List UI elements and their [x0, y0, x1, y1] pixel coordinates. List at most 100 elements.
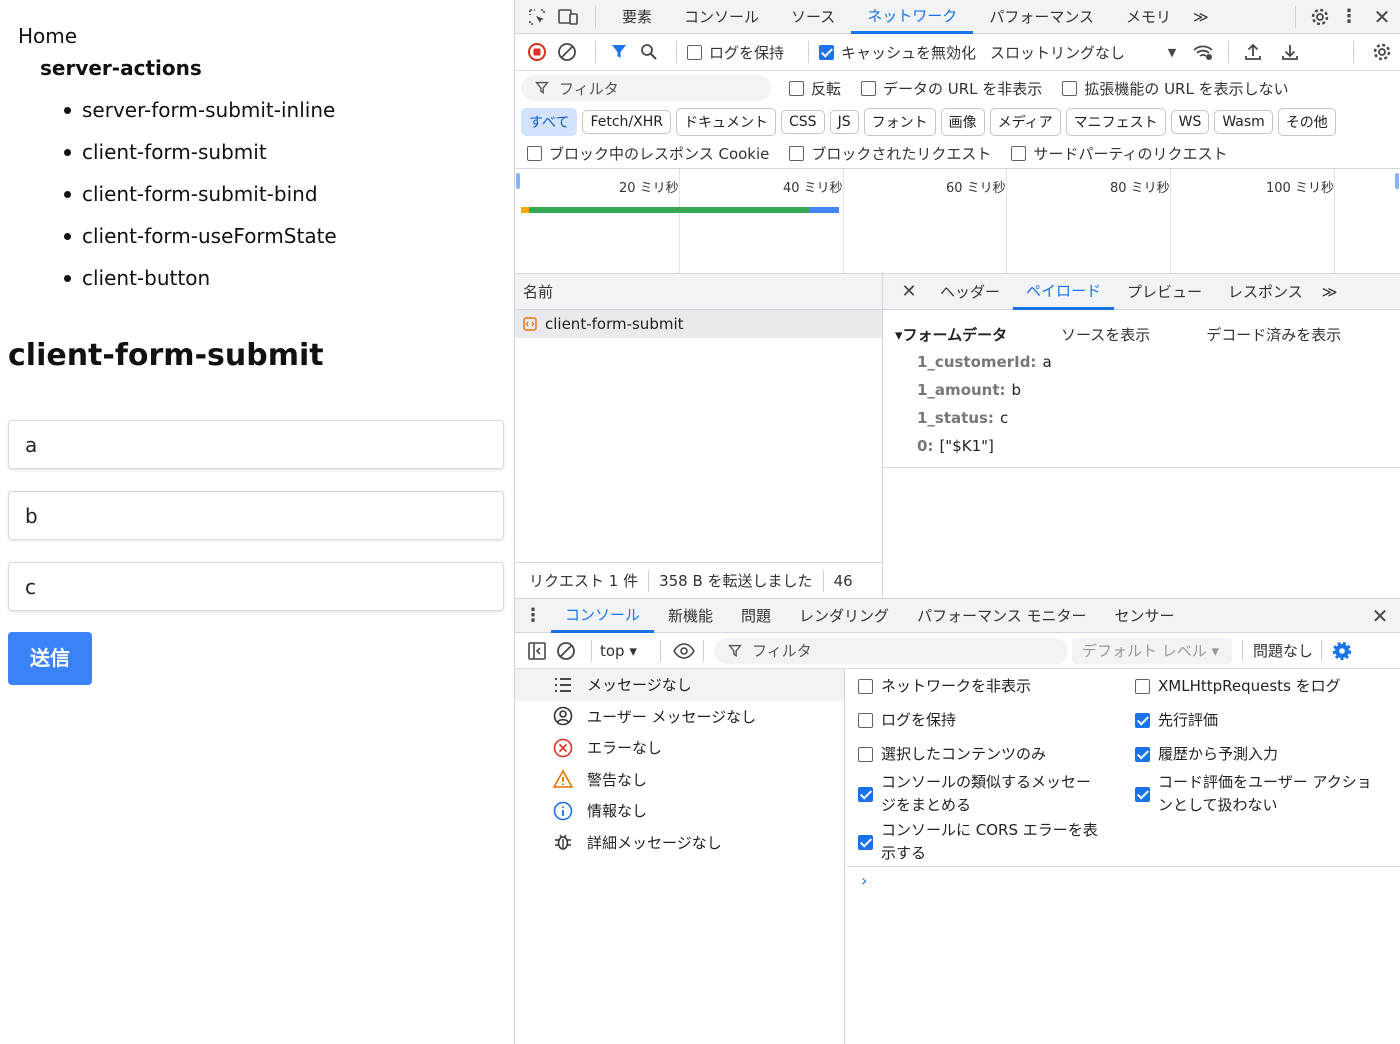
invert-checkbox[interactable]: 反転 — [789, 78, 841, 99]
stop-recording-icon[interactable] — [525, 42, 549, 62]
close-detail-icon[interactable]: ✕ — [899, 281, 919, 302]
drawer-tab-console[interactable]: コンソール — [551, 599, 655, 633]
timeline-overview[interactable]: 20 ミリ秒 40 ミリ秒 60 ミリ秒 80 ミリ秒 100 ミリ秒 — [515, 168, 1400, 274]
console-filter-input[interactable]: フィルタ — [714, 637, 1068, 664]
view-source-link[interactable]: ソースを表示 — [1061, 324, 1150, 345]
hide-extension-urls-checkbox[interactable]: 拡張機能の URL を表示しない — [1062, 78, 1289, 99]
live-expression-eye-icon[interactable] — [669, 642, 699, 659]
amount-input[interactable]: b — [8, 491, 504, 540]
more-detail-tabs-icon[interactable]: ≫ — [1316, 274, 1344, 310]
more-tabs-icon[interactable]: ≫ — [1187, 0, 1215, 34]
status-input[interactable]: c — [8, 562, 504, 611]
type-chip-all[interactable]: すべて — [521, 107, 578, 136]
filter-input[interactable]: フィルタ — [521, 75, 771, 101]
type-chip-doc[interactable]: ドキュメント — [676, 107, 776, 136]
sidebar-toggle-icon[interactable] — [525, 641, 549, 661]
tab-network[interactable]: ネットワーク — [851, 0, 974, 34]
sidebar-item-user-messages[interactable]: ユーザー メッセージなし — [515, 701, 844, 733]
user-gesture-checkbox[interactable]: コード評価をユーザー アクショ ンとして扱わない — [1135, 771, 1372, 817]
device-toolbar-icon[interactable] — [551, 7, 585, 27]
nav-link[interactable]: client-button — [64, 264, 337, 306]
nav-link[interactable]: client-form-useFormState — [64, 222, 337, 264]
sidebar-item-messages[interactable]: メッセージなし — [515, 669, 844, 701]
cors-errors-checkbox[interactable]: コンソールに CORS エラーを表 示する — [858, 819, 1098, 865]
tab-payload[interactable]: ペイロード — [1013, 274, 1115, 310]
eager-eval-checkbox[interactable]: 先行評価 — [1135, 709, 1218, 732]
clear-icon[interactable] — [549, 42, 585, 62]
type-chip-fetch[interactable]: Fetch/XHR — [582, 109, 671, 134]
type-chip-font[interactable]: フォント — [863, 107, 936, 136]
type-chip-other[interactable]: その他 — [1277, 107, 1336, 136]
sidebar-item-warnings[interactable]: 警告なし — [515, 764, 844, 796]
name-column-header[interactable]: 名前 — [515, 274, 882, 310]
nav-link[interactable]: server-form-submit-inline — [64, 96, 337, 138]
console-prompt-icon[interactable]: › — [861, 871, 867, 890]
type-chip-js[interactable]: JS — [829, 109, 859, 134]
divider — [1321, 639, 1323, 662]
selected-context-checkbox[interactable]: 選択したコンテンツのみ — [858, 743, 1046, 766]
tab-performance[interactable]: パフォーマンス — [973, 0, 1110, 34]
console-settings-gear-icon[interactable] — [1330, 641, 1354, 661]
log-level-select[interactable]: デフォルト レベル ▾ — [1072, 637, 1232, 664]
more-options-icon[interactable]: ⋮ — [1334, 6, 1364, 27]
settings-gear-icon[interactable] — [1306, 7, 1334, 27]
submit-button[interactable]: 送信 — [8, 632, 92, 685]
filter-icon[interactable] — [606, 43, 632, 61]
drawer-tab-whats-new[interactable]: 新機能 — [654, 599, 727, 633]
view-decoded-link[interactable]: デコード済みを表示 — [1206, 324, 1341, 345]
disable-cache-checkbox[interactable]: キャッシュを無効化 — [819, 42, 976, 63]
network-conditions-icon[interactable] — [1188, 43, 1218, 61]
blocked-cookies-checkbox[interactable]: ブロック中のレスポンス Cookie — [527, 143, 769, 164]
type-chip-css[interactable]: CSS — [781, 109, 825, 134]
group-similar-checkbox[interactable]: コンソールの類似するメッセー ジをまとめる — [858, 771, 1091, 817]
type-chip-media[interactable]: メディア — [989, 107, 1061, 136]
sidebar-item-errors[interactable]: エラーなし — [515, 732, 844, 764]
dropdown-arrow-icon[interactable]: ▼ — [1162, 46, 1182, 59]
drawer-tab-issues[interactable]: 問題 — [727, 599, 785, 633]
range-handle-left[interactable] — [516, 173, 520, 189]
type-chip-wasm[interactable]: Wasm — [1214, 109, 1273, 134]
customer-id-input[interactable]: a — [8, 420, 504, 469]
drawer-tab-performance-monitor[interactable]: パフォーマンス モニター — [903, 599, 1100, 633]
tab-preview[interactable]: プレビュー — [1114, 274, 1215, 310]
sidebar-item-verbose[interactable]: 詳細メッセージなし — [515, 827, 844, 859]
drawer-tab-rendering[interactable]: レンダリング — [785, 599, 903, 633]
type-chip-ws[interactable]: WS — [1170, 109, 1210, 134]
form-data-toggle[interactable]: ▾フォームデータ — [895, 324, 1061, 345]
tab-sources[interactable]: ソース — [775, 0, 851, 34]
console-preserve-log-checkbox[interactable]: ログを保持 — [858, 709, 956, 732]
log-xhr-checkbox[interactable]: XMLHttpRequests をログ — [1135, 675, 1341, 698]
close-drawer-icon[interactable]: ✕ — [1360, 604, 1400, 628]
inspect-element-icon[interactable] — [523, 7, 551, 27]
clear-console-icon[interactable] — [549, 641, 583, 661]
export-har-icon[interactable] — [1267, 43, 1313, 61]
tab-console[interactable]: コンソール — [668, 0, 775, 34]
issues-counter[interactable]: 問題なし — [1253, 640, 1313, 661]
throttling-select[interactable]: スロットリングなし — [990, 42, 1162, 63]
request-row[interactable]: client-form-submit — [515, 310, 882, 338]
hide-data-urls-checkbox[interactable]: データの URL を非表示 — [861, 78, 1042, 99]
tab-elements[interactable]: 要素 — [606, 0, 668, 34]
type-chip-img[interactable]: 画像 — [940, 107, 985, 136]
drawer-tab-sensors[interactable]: センサー — [1101, 599, 1189, 633]
sidebar-item-info[interactable]: 情報なし — [515, 795, 844, 827]
context-select[interactable]: top ▾ — [600, 642, 652, 660]
network-settings-gear-icon[interactable] — [1364, 42, 1400, 62]
nav-link[interactable]: client-form-submit-bind — [64, 180, 337, 222]
search-icon[interactable] — [632, 43, 666, 61]
preserve-log-checkbox[interactable]: ログを保持 — [687, 42, 784, 63]
close-devtools-icon[interactable]: ✕ — [1364, 5, 1400, 29]
autocomplete-checkbox[interactable]: 履歴から予測入力 — [1135, 743, 1278, 766]
range-handle-right[interactable] — [1395, 173, 1399, 189]
import-har-icon[interactable] — [1239, 43, 1267, 61]
drawer-menu-icon[interactable]: ⋮ — [515, 605, 551, 626]
third-party-checkbox[interactable]: サードパーティのリクエスト — [1011, 143, 1228, 164]
tab-memory[interactable]: メモリ — [1110, 0, 1187, 34]
blocked-requests-checkbox[interactable]: ブロックされたリクエスト — [789, 143, 991, 164]
tab-headers[interactable]: ヘッダー — [927, 274, 1013, 310]
type-chip-manifest[interactable]: マニフェスト — [1065, 107, 1166, 136]
hide-network-checkbox[interactable]: ネットワークを非表示 — [858, 675, 1031, 698]
nav-link[interactable]: client-form-submit — [64, 138, 337, 180]
tab-response[interactable]: レスポンス — [1215, 274, 1316, 310]
home-link[interactable]: Home — [18, 24, 77, 48]
